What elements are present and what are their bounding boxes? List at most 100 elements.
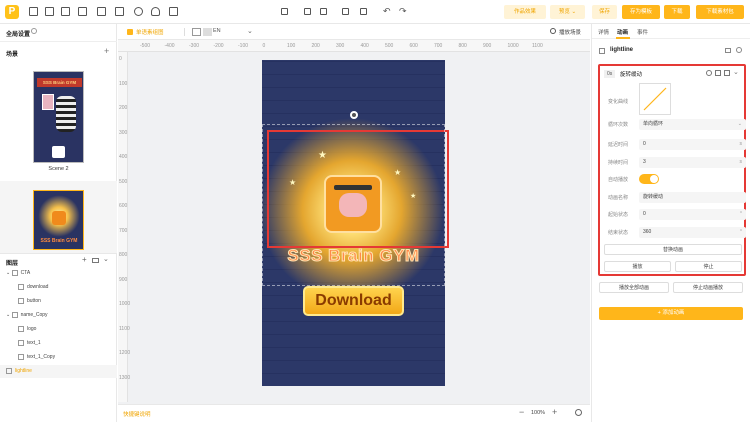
chevron-down-icon[interactable]: ⌄	[733, 68, 739, 76]
zoom-out-icon[interactable]: −	[519, 407, 524, 417]
undo-icon[interactable]: ↶	[383, 6, 391, 17]
right-panel: 详情 动画 事件 lightline 0s 旋转缓动 ⌄ 变化曲线 循环次数 单…	[591, 24, 750, 422]
align-bottom-icon[interactable]	[320, 8, 327, 15]
play-all-button[interactable]: 播放全部动画	[599, 282, 669, 293]
start-state-input[interactable]: 0 °	[639, 209, 746, 220]
person-icon[interactable]	[151, 7, 160, 16]
ruler-tick: 300	[336, 43, 345, 49]
folder-icon	[11, 311, 18, 318]
works-effect-button[interactable]: 作品效果	[504, 5, 546, 19]
layer-row[interactable]: lightline	[0, 365, 117, 378]
delay-input[interactable]: 0s	[639, 139, 746, 150]
stack-icon[interactable]	[281, 8, 288, 15]
ruler-tick: 500	[119, 178, 128, 185]
frame-icon[interactable]	[61, 7, 70, 16]
tab-animation[interactable]: 动画	[617, 28, 628, 36]
target-icon[interactable]	[134, 7, 143, 16]
ruler-tick: 700	[119, 227, 128, 234]
download-button[interactable]: 下载	[664, 5, 690, 19]
delete-icon[interactable]	[360, 8, 367, 15]
unit-label: °	[740, 211, 742, 217]
ruler-tick: -200	[213, 43, 224, 49]
chevron-down-icon[interactable]: ⌄	[103, 255, 109, 263]
end-state-input[interactable]: 360 °	[639, 227, 746, 238]
settings-icon[interactable]	[706, 70, 712, 76]
settings-icon[interactable]	[550, 28, 556, 34]
mode-label[interactable]: 单语素组图	[136, 28, 164, 36]
image-icon	[599, 48, 605, 54]
ruler-tick: 0	[119, 56, 122, 62]
language-select[interactable]: EN	[213, 28, 221, 34]
layout-icon[interactable]	[192, 28, 201, 36]
play-button[interactable]: 播放	[604, 261, 671, 272]
help-icon[interactable]	[31, 28, 37, 34]
copy-icon[interactable]	[342, 8, 349, 15]
curve-label: 变化曲线	[608, 99, 629, 105]
redo-icon[interactable]: ↷	[399, 6, 407, 17]
add-animation-button[interactable]: + 添加动画	[599, 307, 743, 320]
stop-all-button[interactable]: 停止动画播放	[673, 282, 743, 293]
chevron-down-icon[interactable]: ⌄	[247, 27, 253, 35]
layer-row[interactable]: ⌄ name_Copy	[0, 309, 117, 322]
scene2-label: Scene 2	[48, 166, 69, 172]
anim-time-badge: 0s	[604, 70, 616, 78]
anim-name-input[interactable]: 旋转缓动	[639, 192, 746, 203]
delay-value: 0	[643, 141, 646, 147]
layer-row[interactable]: ⌄ CTA	[0, 267, 117, 280]
canvas-toolbar: 单语素组图 EN ⌄ 播放场景	[118, 24, 590, 40]
duration-label: 持续时间	[608, 160, 629, 166]
play-scene-button[interactable]: 播放场景	[559, 28, 581, 36]
selection-box[interactable]	[262, 124, 445, 286]
duration-input[interactable]: 3s	[639, 157, 746, 168]
layer-row[interactable]: button	[0, 295, 117, 308]
align-top-icon[interactable]	[304, 8, 311, 15]
tab-details[interactable]: 详情	[598, 28, 609, 36]
add-layer-icon[interactable]: +	[82, 255, 87, 264]
ruler-tick: 200	[311, 43, 320, 49]
ruler-tick: -500	[140, 43, 151, 49]
shortcut-help-link[interactable]: 快捷键说明	[123, 410, 151, 418]
download-package-button[interactable]: 下载素材包	[696, 5, 744, 19]
save-template-button[interactable]: 存为模板	[622, 5, 660, 19]
autoplay-toggle[interactable]	[639, 174, 659, 184]
lock-icon[interactable]	[725, 48, 731, 53]
add-scene-icon[interactable]: +	[104, 46, 109, 56]
download-cta-button[interactable]: Download	[303, 286, 404, 316]
zoom-in-icon[interactable]: +	[552, 407, 557, 417]
layer-row[interactable]: download	[0, 281, 117, 294]
layer-row[interactable]: text_1_Copy	[0, 351, 117, 364]
replace-animation-button[interactable]: 替换动画	[604, 244, 742, 255]
scene-thumbnail-1[interactable]: SSS Brain GYM	[33, 71, 84, 163]
image-icon	[18, 297, 24, 304]
layer-row[interactable]: text_1	[0, 337, 117, 350]
tab-events[interactable]: 事件	[637, 28, 648, 36]
rotate-handle-icon[interactable]	[350, 111, 358, 119]
layer-label: text_1	[27, 340, 41, 346]
visibility-icon[interactable]	[736, 47, 742, 53]
layout-alt-icon[interactable]	[203, 28, 212, 36]
end-state-value: 360	[643, 229, 652, 235]
layers-icon[interactable]	[169, 7, 178, 16]
table-icon[interactable]	[97, 7, 106, 16]
global-settings-row[interactable]: 全局设置	[0, 24, 117, 42]
anim-name-label: 动画名称	[608, 195, 629, 201]
stop-button[interactable]: 停止	[675, 261, 742, 272]
save-button[interactable]: 保存	[592, 5, 617, 19]
delete-icon[interactable]	[724, 70, 730, 76]
text-icon	[18, 339, 24, 346]
layer-label: text_1_Copy	[27, 354, 56, 360]
preview-button[interactable]: 预览 ⌄	[550, 5, 585, 19]
grid-icon[interactable]	[45, 7, 54, 16]
loop-select[interactable]: 单向循环 ⌄	[639, 119, 746, 130]
edit-icon[interactable]	[78, 7, 87, 16]
text-icon[interactable]	[115, 7, 124, 16]
folder-icon[interactable]	[92, 258, 99, 263]
copy-icon[interactable]	[715, 70, 721, 76]
layer-row[interactable]: logo	[0, 323, 117, 336]
image-icon[interactable]	[29, 7, 38, 16]
scene1-button	[52, 146, 65, 158]
scene-thumbnail-2[interactable]: SSS Brain GYM	[33, 190, 84, 250]
help-icon[interactable]	[575, 409, 582, 416]
loop-value: 单向循环	[643, 121, 664, 127]
easing-curve-box[interactable]	[639, 83, 671, 115]
